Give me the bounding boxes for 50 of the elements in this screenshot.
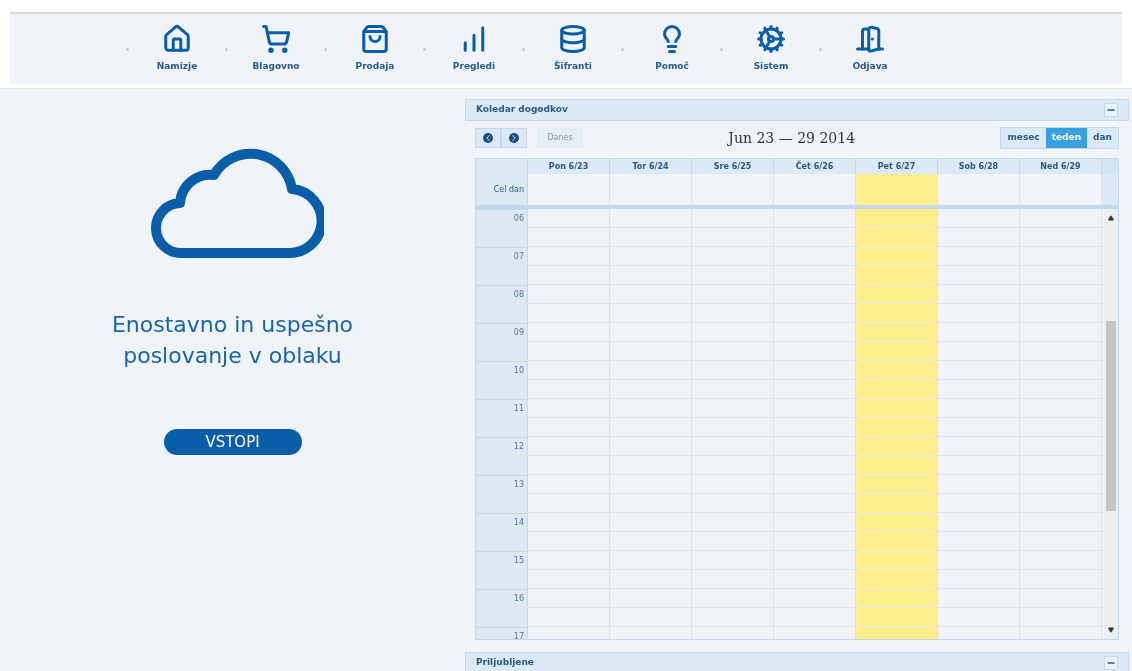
day-header: Tor 6/24 [610,159,692,174]
hour-label: 15 [513,555,524,567]
day-header: Sre 6/25 [692,159,774,174]
next-button[interactable] [501,128,527,148]
panel-title: Priljubljene [476,656,534,670]
view-tab[interactable]: dan [1087,128,1118,148]
home-icon [162,24,192,55]
shopping-bag-icon [360,24,390,55]
nav-item[interactable]: Odjava [828,24,912,74]
hour-label: 09 [513,327,524,339]
hour-label: 08 [513,289,524,301]
hour-label: 14 [513,517,524,529]
day-header: Pon 6/23 [528,159,610,174]
date-range: Jun 23 — 29 2014 [728,130,856,146]
enter-button[interactable]: VSTOPI [163,429,302,455]
previous-icon [483,133,493,143]
hour-label: 07 [513,251,524,263]
nav-item[interactable]: Pregledi [432,24,516,74]
nav-item[interactable]: Šifranti [531,24,615,74]
nav-item[interactable]: Namizje [135,24,219,74]
nav-item[interactable]: Sistem [729,24,813,74]
scrollbar-gutter [1102,174,1118,205]
cart-icon [261,24,291,55]
hour-label: 17 [513,631,524,639]
day-header: Sob 6/28 [938,159,1020,174]
hour-label: 16 [513,593,524,605]
database-icon [558,24,588,55]
nav-item[interactable]: Pomoč [630,24,714,74]
scrollbar[interactable] [1104,209,1118,639]
hour-label: 13 [513,479,524,491]
next-icon [509,133,519,143]
headline: Enostavno in uspešno poslovanje v oblaku [110,311,355,370]
hour-label: 11 [513,403,524,415]
door-icon [855,24,885,55]
previous-button[interactable] [475,128,501,148]
scroll-down-icon [1108,627,1114,633]
hour-label: 06 [513,213,524,225]
collapse-button[interactable] [1104,103,1118,117]
collapse-button[interactable] [1104,656,1118,670]
hour-label: 10 [513,365,524,377]
gears-icon [756,24,786,55]
view-tab[interactable]: mesec [1001,128,1046,148]
day-header: Čet 6/26 [774,159,856,174]
all-day-label: Cel dan [493,183,524,196]
panel-title: Koledar dogodkov [476,103,568,117]
nav-item[interactable]: Blagovno [234,24,318,74]
scrollbar-thumb[interactable] [1106,321,1116,511]
nav-item[interactable]: Prodaja [333,24,417,74]
hour-label: 12 [513,441,524,453]
scroll-up-icon [1108,215,1114,221]
